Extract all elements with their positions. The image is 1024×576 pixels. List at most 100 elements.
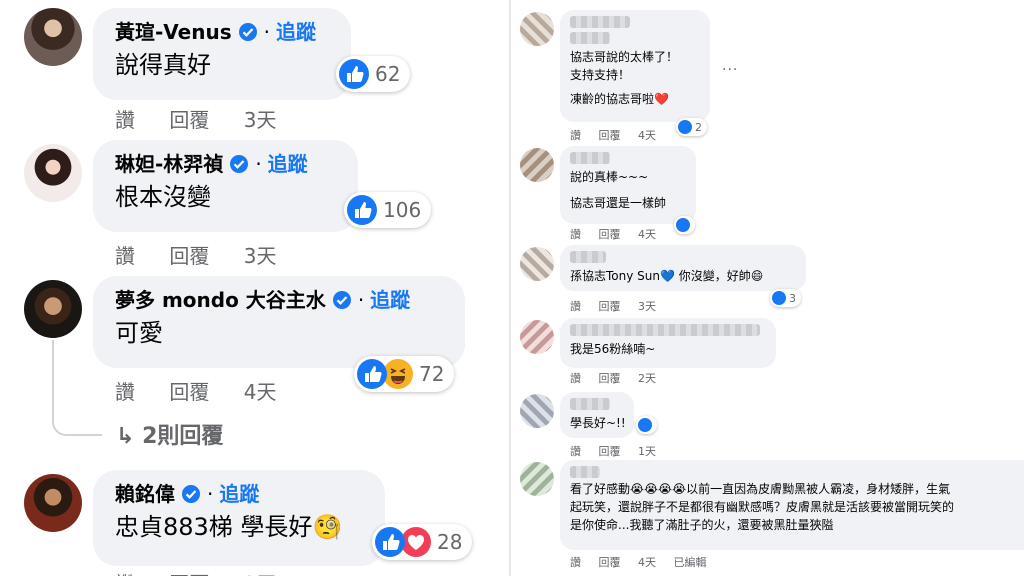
reaction-summary[interactable]: [674, 216, 695, 234]
comment-bubble: 孫協志Tony Sun💙 你沒變，好帥😄: [560, 245, 806, 291]
avatar[interactable]: [24, 474, 82, 532]
avatar[interactable]: [520, 462, 554, 496]
reaction-summary[interactable]: [636, 416, 657, 434]
reply-action[interactable]: 回覆: [599, 129, 621, 142]
blurred-name: [570, 398, 610, 410]
blurred-name: [570, 16, 630, 28]
comment-actions: 讚 回覆 4天: [570, 127, 670, 143]
reply-arrow-icon: ↳: [116, 424, 135, 449]
timestamp[interactable]: 4天: [638, 556, 656, 569]
reaction-count: 3: [789, 291, 796, 305]
like-action[interactable]: 讚: [570, 445, 581, 458]
comment-text-line: 看了好感動😭😭😭😭以前一直因為皮膚黝黑被人霸凌，身材矮胖，生氣: [570, 482, 951, 496]
blurred-name: [570, 466, 600, 478]
comment-actions: 讚 回覆 3天: [115, 240, 304, 269]
reaction-summary[interactable]: 62: [336, 56, 411, 92]
reply-action[interactable]: 回覆: [599, 445, 621, 458]
blurred-name: [570, 152, 610, 164]
follow-button[interactable]: 追蹤: [370, 286, 410, 314]
like-reaction-icon: [638, 418, 652, 432]
timestamp[interactable]: 3天: [638, 300, 656, 313]
verified-badge-icon: [230, 155, 249, 173]
avatar[interactable]: [24, 8, 82, 66]
comment-actions: 讚 回覆 1天: [570, 443, 670, 459]
commenter-name[interactable]: 黃瑄-Venus: [115, 18, 232, 46]
reply-action[interactable]: 回覆: [169, 380, 209, 404]
timestamp[interactable]: 3天: [244, 572, 277, 576]
avatar[interactable]: [520, 320, 554, 354]
comment-text: 可愛: [115, 319, 163, 347]
avatar[interactable]: [520, 394, 554, 428]
timestamp[interactable]: 1天: [638, 445, 656, 458]
comments-screenshot-collage: 黃瑄-Venus · 追蹤 說得真好 62 讚 回覆 3天 琳妲-林羿禎 · 追…: [0, 0, 1024, 576]
follow-button[interactable]: 追蹤: [268, 150, 308, 178]
comment-bubble: 夢多 mondo 大谷主水 · 追蹤 可愛: [93, 276, 465, 368]
like-reaction-icon: [339, 59, 369, 89]
like-action[interactable]: 讚: [570, 300, 581, 313]
comment-bubble: 黃瑄-Venus · 追蹤 說得真好: [93, 8, 351, 100]
avatar[interactable]: [520, 148, 554, 182]
follow-button[interactable]: 追蹤: [219, 480, 259, 508]
comment-actions: 讚 回覆 2天: [570, 370, 670, 386]
edited-label: 已編輯: [673, 556, 707, 569]
commenter-name[interactable]: 琳妲-林羿禎: [115, 150, 223, 178]
reply-action[interactable]: 回覆: [599, 372, 621, 385]
blurred-name: [570, 324, 760, 336]
replies-count-label: 2則回覆: [142, 424, 224, 449]
comment-bubble: 我是56粉絲喃~: [560, 318, 776, 368]
timestamp[interactable]: 2天: [638, 372, 656, 385]
commenter-name[interactable]: 夢多 mondo 大谷主水: [115, 286, 326, 314]
timestamp[interactable]: 4天: [244, 380, 277, 404]
reply-action[interactable]: 回覆: [169, 572, 209, 576]
comment-bubble: 學長好~!!: [560, 392, 634, 438]
reaction-summary[interactable]: 106: [344, 192, 432, 228]
avatar[interactable]: [520, 247, 554, 281]
reaction-summary[interactable]: 2: [676, 118, 707, 136]
like-action[interactable]: 讚: [115, 108, 135, 132]
comment-text-line: 協志哥說的太棒了！: [570, 50, 679, 64]
comment-text-line: 孫協志Tony Sun💙 你沒變，好帥😄: [570, 269, 764, 283]
like-action[interactable]: 讚: [570, 556, 581, 569]
comment-bubble: 琳妲-林羿禎 · 追蹤 根本沒變: [93, 140, 358, 232]
more-options-button[interactable]: ...: [722, 58, 738, 74]
view-replies-button[interactable]: ↳ 2則回覆: [116, 418, 223, 450]
like-action[interactable]: 讚: [115, 244, 135, 268]
comment-actions-partial: 讚 回覆 3天: [115, 568, 304, 576]
verified-badge-icon: [332, 291, 351, 309]
comment-text-line: 我是56粉絲喃~: [570, 342, 656, 356]
comment-text: 忠貞883梯 學長好: [115, 513, 313, 541]
timestamp[interactable]: 4天: [638, 129, 656, 142]
reply-action[interactable]: 回覆: [599, 556, 621, 569]
like-reaction-icon: [357, 359, 387, 389]
monocle-emoji: 🧐: [312, 513, 343, 541]
reaction-count: 72: [419, 362, 445, 386]
verified-badge-icon: [182, 485, 200, 503]
avatar[interactable]: [520, 12, 554, 46]
like-action[interactable]: 讚: [570, 129, 581, 142]
reply-action[interactable]: 回覆: [169, 108, 209, 132]
thread-connector-line: [52, 340, 102, 436]
like-action[interactable]: 讚: [570, 372, 581, 385]
comment-bubble: 協志哥說的太棒了！ 支持支持！ 凍齡的協志哥啦❤️: [560, 10, 710, 122]
avatar[interactable]: [24, 144, 82, 202]
like-reaction-icon: [347, 195, 377, 225]
reply-action[interactable]: 回覆: [599, 300, 621, 313]
follow-button[interactable]: 追蹤: [276, 18, 316, 46]
like-action[interactable]: 讚: [115, 572, 135, 576]
reply-action[interactable]: 回覆: [169, 244, 209, 268]
like-action[interactable]: 讚: [115, 380, 135, 404]
timestamp[interactable]: 4天: [638, 228, 656, 241]
comment-text-line: 凍齡的協志哥啦❤️: [570, 92, 669, 106]
reaction-summary[interactable]: 28: [372, 524, 473, 560]
reaction-summary[interactable]: 3: [770, 289, 801, 307]
like-action[interactable]: 讚: [570, 228, 581, 241]
timestamp[interactable]: 3天: [244, 108, 277, 132]
timestamp[interactable]: 3天: [244, 244, 277, 268]
like-reaction-icon: [375, 527, 405, 557]
reaction-count: 2: [695, 120, 702, 134]
avatar[interactable]: [24, 280, 82, 338]
reaction-summary[interactable]: 72: [354, 356, 455, 392]
reaction-count: 106: [383, 198, 422, 222]
commenter-name[interactable]: 賴銘偉: [115, 480, 175, 508]
reply-action[interactable]: 回覆: [599, 228, 621, 241]
